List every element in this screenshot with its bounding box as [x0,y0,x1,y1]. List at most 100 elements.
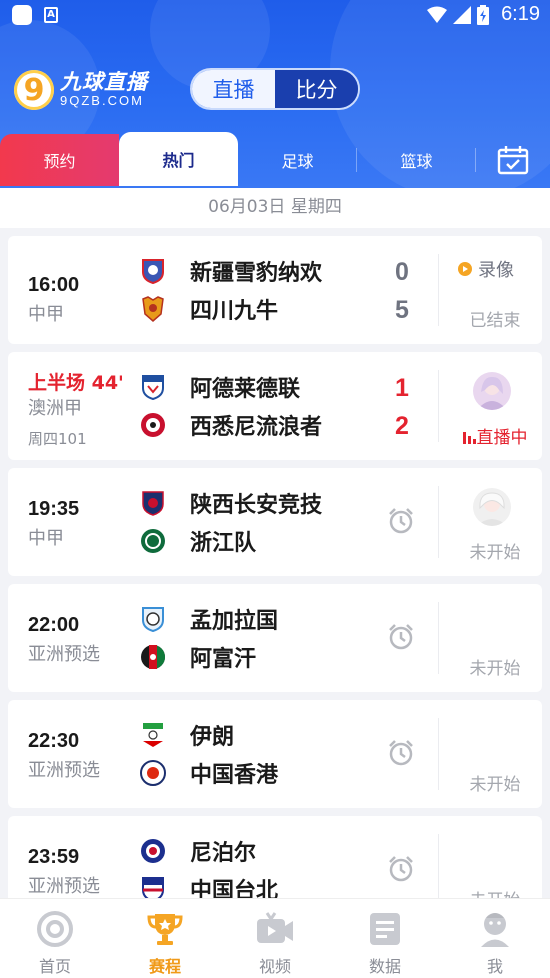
live-toggle-button[interactable]: 直播 [192,70,275,108]
match-status: 未开始 [469,775,521,795]
home-team-name: 新疆雪豹纳欢 [190,261,323,286]
trophy-icon [145,909,185,949]
match-league: 中甲 [28,528,64,549]
date-label: 06月03日 星期四 [0,188,550,228]
nav-profile-label: 我 [486,957,503,976]
divider [438,718,439,790]
match-card[interactable]: 上半场 44' 澳洲甲 周四101 阿德莱德联 西悉尼流浪者 1 2 直播中 [8,352,542,460]
tab-basketball[interactable]: 篮球 [357,134,476,186]
replay-button[interactable]: 录像 [458,256,514,282]
live-score-toggle: 直播 比分 [190,68,360,110]
match-league: 中甲 [28,304,64,325]
bottom-nav: 首页 赛程 视频 数据 我 [0,898,550,978]
home-team-name: 尼泊尔 [190,841,257,866]
live-bars-icon [462,432,476,444]
match-list: 16:00 中甲 新疆雪豹纳欢 四川九牛 0 5 录像 已结束 上半场 44' … [0,228,550,898]
chinese-taipei-team-logo-icon [140,876,166,898]
match-status: 未开始 [448,886,542,898]
adelaide-team-logo-icon [140,374,166,400]
status-bar: A 6:19 [0,0,550,30]
match-status: 未开始 [469,543,521,563]
away-team-name: 浙江队 [190,531,257,556]
match-card[interactable]: 22:00 亚洲预选 孟加拉国 阿富汗 未开始 [8,584,542,692]
profile-icon [475,909,515,949]
away-team: 中国香港 [140,758,278,788]
clock-time: 6:19 [501,3,540,25]
nav-profile[interactable]: 我 [440,899,550,978]
away-team: 浙江队 [140,526,256,556]
notification-icon [12,5,32,25]
home-team: 陕西长安竞技 [140,488,322,518]
away-team: 中国台北 [140,874,278,898]
nav-schedule[interactable]: 赛程 [110,899,220,978]
away-team: 阿富汗 [140,642,256,672]
calendar-icon [497,146,529,175]
logo-title: 九球直播 [60,70,148,94]
live-status-label: 直播中 [476,428,528,448]
live-status: 直播中 [448,423,542,448]
match-time: 22:00 [28,614,80,636]
home-team: 阿德莱德联 [140,372,300,402]
home-icon [35,909,75,949]
app-logo: 9 九球直播 9QZB.COM [14,70,148,110]
nav-video[interactable]: 视频 [220,899,330,978]
match-card[interactable]: 22:30 亚洲预选 伊朗 中国香港 未开始 [8,700,542,808]
logo-domain: 9QZB.COM [60,93,144,108]
match-time: 22:30 [28,730,80,752]
app-header: A 6:19 9 九球直播 9QZB.COM 直播 比分 预约 热门 足球 篮球 [0,0,550,188]
home-team: 新疆雪豹纳欢 [140,256,322,286]
wifi-icon [427,6,448,23]
nav-home[interactable]: 首页 [0,899,110,978]
afghanistan-team-logo-icon [140,644,166,670]
away-score: 5 [395,296,409,324]
sichuan-team-logo-icon [140,296,166,322]
alarm-clock-icon[interactable] [386,854,416,884]
nav-data-label: 数据 [368,957,401,976]
match-card[interactable]: 19:35 中甲 陕西长安竞技 浙江队 未开始 [8,468,542,576]
match-league: 亚洲预选 [28,644,100,665]
wanderers-team-logo-icon [140,412,166,438]
tab-football[interactable]: 足球 [238,134,357,186]
nav-video-label: 视频 [258,957,291,976]
match-number: 周四101 [28,430,87,448]
home-team-name: 阿德莱德联 [190,377,301,402]
streamer-avatar[interactable] [473,488,511,526]
match-status: 已结束 [469,311,521,331]
match-time: 23:59 [28,846,80,868]
away-team-name: 阿富汗 [190,647,257,672]
match-league: 澳洲甲 [28,398,82,419]
home-team: 伊朗 [140,720,234,750]
match-card[interactable]: 23:59 亚洲预选 尼泊尔 中国台北 未开始 [8,816,542,898]
battery-icon [477,4,490,25]
category-tabs: 预约 热门 足球 篮球 [0,132,550,188]
score-toggle-button[interactable]: 比分 [275,70,358,108]
home-team: 尼泊尔 [140,836,256,866]
signal-icon [453,5,472,24]
calendar-button[interactable] [476,134,550,186]
divider [438,370,439,442]
tab-reservation[interactable]: 预约 [0,134,119,186]
match-card[interactable]: 16:00 中甲 新疆雪豹纳欢 四川九牛 0 5 录像 已结束 [8,236,542,344]
zhejiang-team-logo-icon [140,528,166,554]
bangladesh-team-logo-icon [140,606,166,632]
data-icon [365,909,405,949]
away-score: 2 [395,412,409,440]
app-notification-icon: A [44,7,58,23]
logo-badge: 9 [14,70,54,110]
tab-hot[interactable]: 热门 [119,132,238,186]
divider [438,602,439,674]
nav-data[interactable]: 数据 [330,899,440,978]
home-team: 孟加拉国 [140,604,278,634]
nepal-team-logo-icon [140,838,166,864]
away-team-name: 中国香港 [190,763,279,788]
home-score: 1 [395,374,409,402]
alarm-clock-icon[interactable] [386,622,416,652]
alarm-clock-icon[interactable] [386,738,416,768]
divider [438,254,439,326]
nav-schedule-label: 赛程 [148,957,181,976]
alarm-clock-icon[interactable] [386,506,416,536]
streamer-avatar[interactable] [473,372,511,410]
shaanxi-team-logo-icon [140,490,166,516]
home-team-name: 孟加拉国 [190,609,279,634]
match-time: 16:00 [28,274,80,296]
